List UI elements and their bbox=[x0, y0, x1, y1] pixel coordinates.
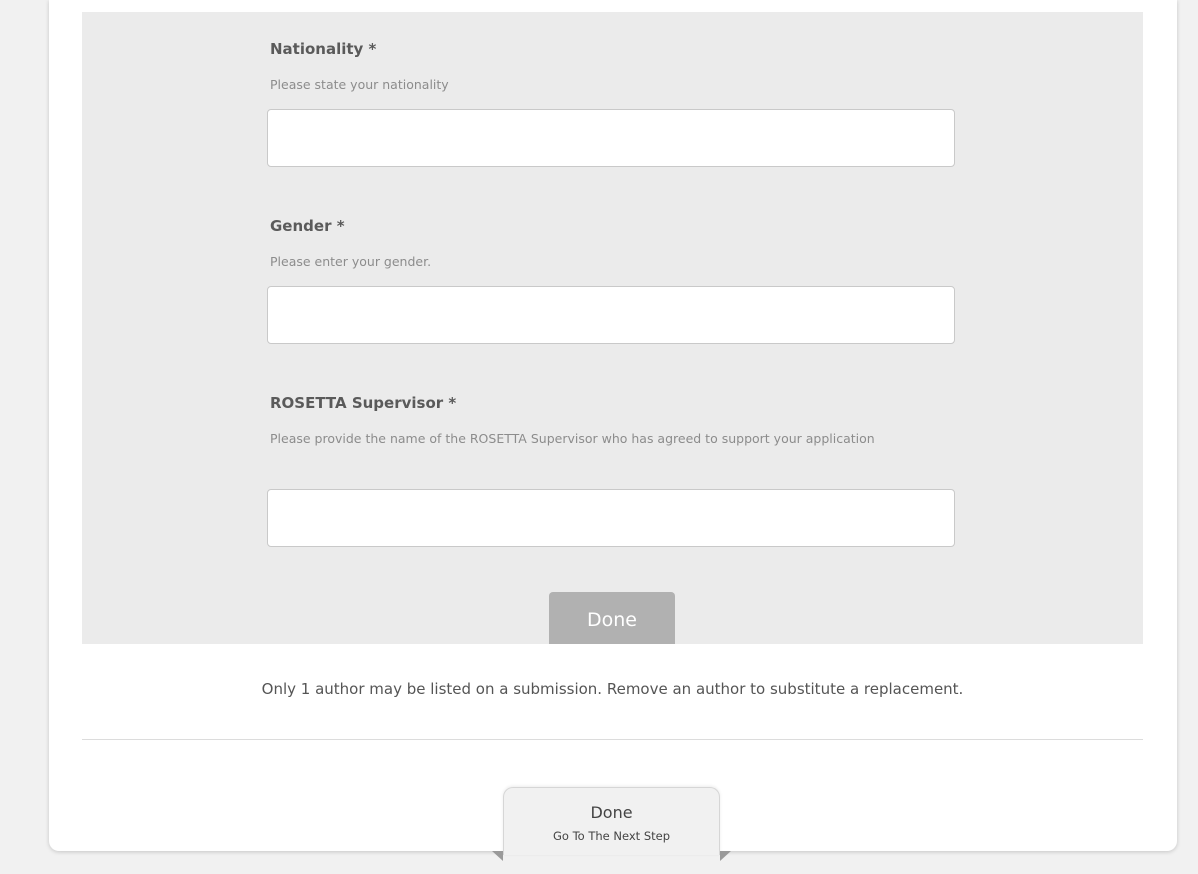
rosetta-supervisor-help: Please provide the name of the ROSETTA S… bbox=[270, 431, 875, 446]
next-step-button[interactable]: Done Go To The Next Step bbox=[503, 787, 720, 855]
done-button[interactable]: Done bbox=[549, 592, 675, 644]
nationality-label: Nationality * bbox=[270, 40, 377, 58]
rosetta-supervisor-input[interactable] bbox=[267, 489, 955, 547]
next-step-title: Done bbox=[590, 803, 633, 822]
tab-fold-left-decoration bbox=[492, 851, 503, 861]
gender-label: Gender * bbox=[270, 217, 345, 235]
gender-input[interactable] bbox=[267, 286, 955, 344]
next-step-subtitle: Go To The Next Step bbox=[552, 829, 671, 843]
nationality-help: Please state your nationality bbox=[270, 77, 449, 92]
gender-help: Please enter your gender. bbox=[270, 254, 432, 269]
rosetta-supervisor-label: ROSETTA Supervisor * bbox=[270, 394, 457, 412]
tab-fold-right-decoration bbox=[720, 851, 731, 861]
divider bbox=[82, 739, 1143, 740]
author-limit-note: Only 1 author may be listed on a submiss… bbox=[261, 680, 964, 698]
nationality-input[interactable] bbox=[267, 109, 955, 167]
